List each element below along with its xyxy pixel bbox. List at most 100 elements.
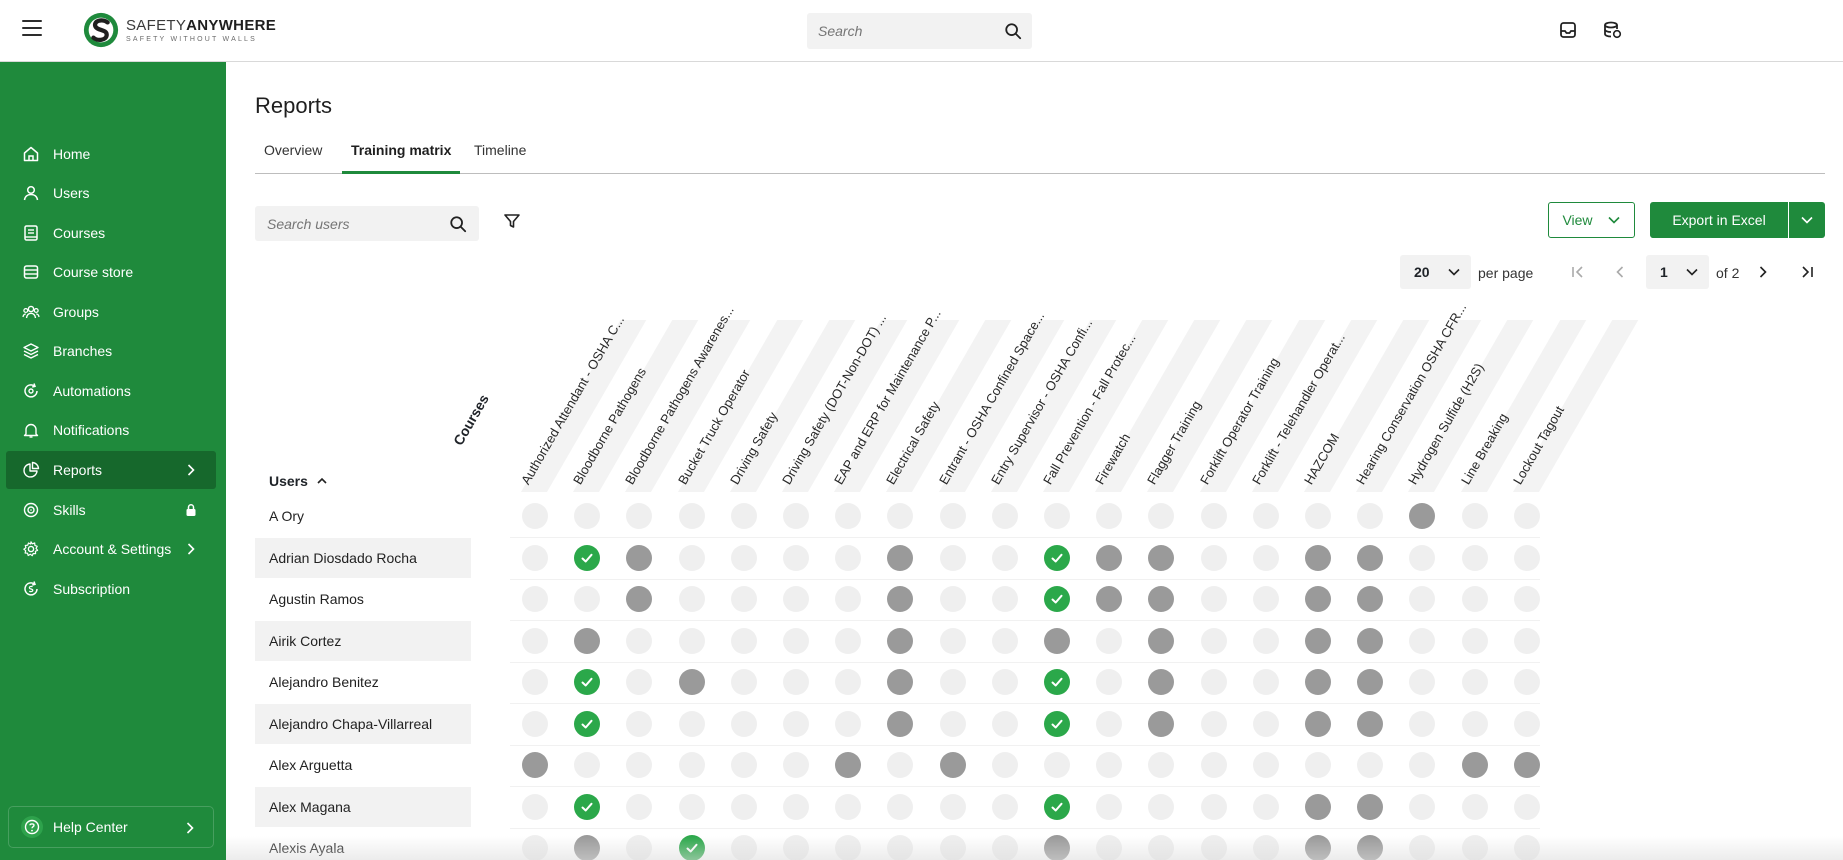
assigned-status-cell[interactable] bbox=[1305, 835, 1331, 860]
not-assigned-cell[interactable] bbox=[1409, 752, 1436, 778]
not-assigned-cell[interactable] bbox=[887, 503, 914, 529]
not-assigned-cell[interactable] bbox=[522, 793, 548, 820]
not-assigned-cell[interactable] bbox=[1513, 835, 1540, 860]
not-assigned-cell[interactable] bbox=[1200, 793, 1227, 820]
not-assigned-cell[interactable] bbox=[783, 793, 809, 820]
not-assigned-cell[interactable] bbox=[1148, 793, 1175, 820]
user-row-name[interactable]: Adrian Diosdado Rocha bbox=[255, 537, 471, 578]
not-assigned-cell[interactable] bbox=[1096, 669, 1123, 695]
not-assigned-cell[interactable] bbox=[1513, 793, 1540, 820]
search-icon[interactable] bbox=[1004, 22, 1022, 40]
not-assigned-cell[interactable] bbox=[678, 586, 705, 612]
not-assigned-cell[interactable] bbox=[1357, 752, 1384, 778]
assigned-status-cell[interactable] bbox=[1305, 544, 1331, 571]
assigned-status-cell[interactable] bbox=[1357, 793, 1384, 820]
not-assigned-cell[interactable] bbox=[783, 586, 809, 612]
not-assigned-cell[interactable] bbox=[1252, 710, 1279, 737]
assigned-status-cell[interactable] bbox=[1305, 627, 1331, 654]
not-assigned-cell[interactable] bbox=[1252, 669, 1279, 695]
sidebar-item-course-store[interactable]: Course store bbox=[6, 253, 216, 291]
completed-status-cell[interactable] bbox=[1044, 710, 1070, 737]
not-assigned-cell[interactable] bbox=[1513, 669, 1540, 695]
not-assigned-cell[interactable] bbox=[522, 503, 548, 529]
not-assigned-cell[interactable] bbox=[939, 793, 966, 820]
not-assigned-cell[interactable] bbox=[626, 669, 653, 695]
not-assigned-cell[interactable] bbox=[887, 752, 914, 778]
completed-status-cell[interactable] bbox=[1044, 544, 1070, 571]
assigned-status-cell[interactable] bbox=[887, 627, 914, 654]
completed-status-cell[interactable] bbox=[1044, 586, 1070, 612]
not-assigned-cell[interactable] bbox=[626, 627, 653, 654]
not-assigned-cell[interactable] bbox=[678, 544, 705, 571]
tab-overview[interactable]: Overview bbox=[255, 142, 331, 174]
export-options-button[interactable] bbox=[1789, 202, 1825, 238]
inbox-icon[interactable] bbox=[1556, 18, 1580, 42]
not-assigned-cell[interactable] bbox=[939, 627, 966, 654]
assigned-status-cell[interactable] bbox=[626, 586, 653, 612]
assigned-status-cell[interactable] bbox=[574, 835, 601, 860]
not-assigned-cell[interactable] bbox=[678, 752, 705, 778]
not-assigned-cell[interactable] bbox=[1252, 503, 1279, 529]
not-assigned-cell[interactable] bbox=[522, 710, 548, 737]
not-assigned-cell[interactable] bbox=[991, 544, 1018, 571]
not-assigned-cell[interactable] bbox=[1096, 503, 1123, 529]
view-button[interactable]: View bbox=[1548, 202, 1635, 238]
not-assigned-cell[interactable] bbox=[1513, 503, 1540, 529]
not-assigned-cell[interactable] bbox=[939, 503, 966, 529]
not-assigned-cell[interactable] bbox=[1096, 752, 1123, 778]
not-assigned-cell[interactable] bbox=[1096, 835, 1123, 860]
not-assigned-cell[interactable] bbox=[1096, 710, 1123, 737]
not-assigned-cell[interactable] bbox=[783, 710, 809, 737]
not-assigned-cell[interactable] bbox=[1409, 544, 1436, 571]
not-assigned-cell[interactable] bbox=[1357, 503, 1384, 529]
not-assigned-cell[interactable] bbox=[626, 503, 653, 529]
sidebar-item-groups[interactable]: Groups bbox=[6, 293, 216, 331]
not-assigned-cell[interactable] bbox=[783, 752, 809, 778]
assigned-status-cell[interactable] bbox=[1148, 627, 1175, 654]
export-excel-button[interactable]: Export in Excel bbox=[1650, 202, 1788, 238]
not-assigned-cell[interactable] bbox=[991, 669, 1018, 695]
not-assigned-cell[interactable] bbox=[1513, 627, 1540, 654]
search-icon[interactable] bbox=[449, 215, 467, 233]
assigned-status-cell[interactable] bbox=[887, 544, 914, 571]
not-assigned-cell[interactable] bbox=[939, 669, 966, 695]
users-column-header[interactable]: Users bbox=[269, 473, 328, 489]
assigned-status-cell[interactable] bbox=[835, 752, 862, 778]
sidebar-item-account-settings[interactable]: Account & Settings bbox=[6, 530, 216, 568]
not-assigned-cell[interactable] bbox=[574, 586, 601, 612]
not-assigned-cell[interactable] bbox=[1409, 669, 1436, 695]
user-row-name[interactable]: Alex Magana bbox=[255, 786, 471, 827]
not-assigned-cell[interactable] bbox=[678, 503, 705, 529]
sidebar-item-automations[interactable]: Automations bbox=[6, 372, 216, 410]
not-assigned-cell[interactable] bbox=[1305, 503, 1331, 529]
assigned-status-cell[interactable] bbox=[1148, 669, 1175, 695]
next-page-icon[interactable] bbox=[1754, 263, 1772, 281]
assigned-status-cell[interactable] bbox=[1357, 835, 1384, 860]
not-assigned-cell[interactable] bbox=[835, 669, 862, 695]
sidebar-item-skills[interactable]: Skills bbox=[6, 491, 216, 529]
not-assigned-cell[interactable] bbox=[626, 793, 653, 820]
not-assigned-cell[interactable] bbox=[522, 586, 548, 612]
not-assigned-cell[interactable] bbox=[783, 544, 809, 571]
assigned-status-cell[interactable] bbox=[1148, 710, 1175, 737]
not-assigned-cell[interactable] bbox=[991, 586, 1018, 612]
not-assigned-cell[interactable] bbox=[1513, 586, 1540, 612]
not-assigned-cell[interactable] bbox=[730, 544, 757, 571]
not-assigned-cell[interactable] bbox=[1409, 710, 1436, 737]
completed-status-cell[interactable] bbox=[574, 544, 601, 571]
not-assigned-cell[interactable] bbox=[1513, 544, 1540, 571]
assigned-status-cell[interactable] bbox=[678, 669, 705, 695]
assigned-status-cell[interactable] bbox=[887, 710, 914, 737]
not-assigned-cell[interactable] bbox=[835, 835, 862, 860]
not-assigned-cell[interactable] bbox=[835, 503, 862, 529]
not-assigned-cell[interactable] bbox=[835, 544, 862, 571]
not-assigned-cell[interactable] bbox=[1252, 586, 1279, 612]
last-page-icon[interactable] bbox=[1798, 263, 1816, 281]
user-row-name[interactable]: Agustin Ramos bbox=[255, 579, 471, 619]
not-assigned-cell[interactable] bbox=[730, 503, 757, 529]
not-assigned-cell[interactable] bbox=[939, 544, 966, 571]
not-assigned-cell[interactable] bbox=[730, 835, 757, 860]
global-search-input[interactable] bbox=[818, 23, 1004, 39]
not-assigned-cell[interactable] bbox=[626, 835, 653, 860]
per-page-select[interactable]: 20 bbox=[1400, 255, 1471, 289]
